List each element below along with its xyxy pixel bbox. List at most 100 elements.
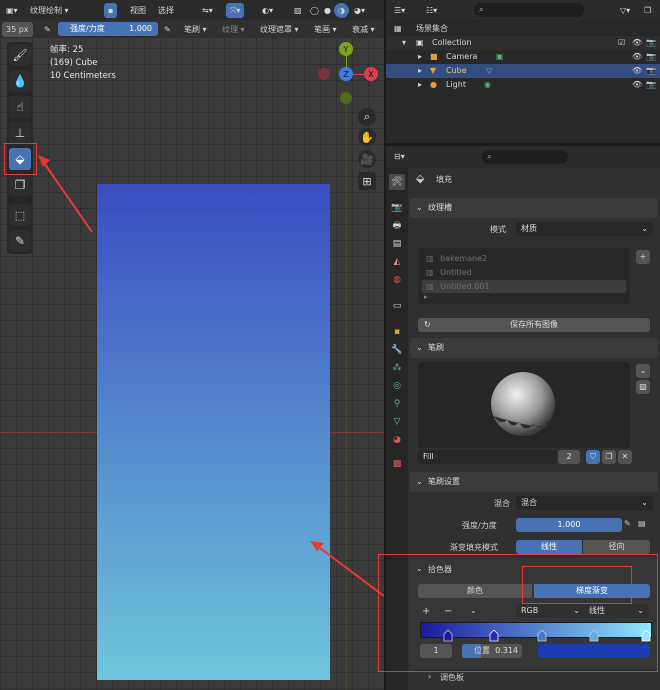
tab-particles[interactable]: ⁂ [389, 360, 405, 376]
palette-title[interactable]: 调色板 [440, 672, 464, 683]
gradient-radial-button[interactable]: 径向 [583, 540, 650, 554]
outliner-editor-icon[interactable]: ☰▾ [390, 3, 409, 18]
tab-color[interactable]: 颜色 [418, 584, 532, 598]
arrow-head-fill-tool [38, 155, 50, 167]
list-resize-handle[interactable]: ▸ [424, 293, 428, 301]
camera-render-icon[interactable]: 📷 [646, 50, 656, 64]
tab-object[interactable]: ▪ [389, 324, 405, 340]
visibility-eye-icon[interactable]: 👁 [632, 64, 642, 78]
ramp-menu-chevron-icon[interactable]: ⌄ [470, 606, 477, 615]
stop-color-swatch[interactable] [538, 644, 650, 658]
brush-name-field[interactable]: Fill [418, 450, 557, 464]
chevron-down-icon[interactable]: ⌄ [416, 564, 423, 573]
chevron-right-icon[interactable]: › [428, 672, 431, 681]
blend-value: 混合 [521, 498, 537, 507]
add-stop-button[interactable]: + [422, 606, 430, 617]
blend-dropdown[interactable]: 混合 ⌄ [516, 496, 653, 510]
visibility-eye-icon[interactable]: 👁 [632, 36, 642, 50]
tab-scene[interactable]: ◭ [389, 254, 405, 270]
ramp-stop [537, 630, 547, 642]
camera-render-icon[interactable]: 📷 [646, 36, 656, 50]
tab-tool[interactable]: 🛠 [389, 174, 405, 190]
tab-modifiers[interactable]: 🔧 [389, 342, 405, 358]
tab-color-label: 颜色 [467, 586, 483, 595]
texture-checker-icon: ▩ [392, 459, 402, 469]
tab-world[interactable]: ◍ [389, 272, 405, 288]
collection-label: Collection [432, 38, 472, 47]
unified-icon[interactable]: ▤ [638, 519, 646, 528]
list-item[interactable]: ▥ bakemane2 [422, 252, 626, 265]
unlink-brush-button[interactable]: ✕ [618, 450, 632, 464]
fake-user-button[interactable]: ⛉ [586, 450, 600, 464]
color-picker-title[interactable]: 拾色器 [428, 564, 452, 575]
outliner-row-camera[interactable]: ▸ ■ Camera ▣ 👁 📷 [386, 50, 660, 64]
tab-material[interactable]: ◕ [389, 432, 405, 448]
pressure-icon[interactable]: ✎ [624, 519, 631, 528]
checkbox-icon[interactable]: ☑ [618, 36, 625, 50]
interpolation-dropdown[interactable]: 线性 ⌄ [584, 604, 649, 618]
chevron-down-icon: ⌄ [639, 366, 647, 375]
gradient-fill-mode-label: 渐变填充模式 [450, 543, 498, 552]
brush-dropdown-button[interactable]: ⌄ [636, 364, 650, 378]
tab-gradient[interactable]: 梯度渐变 [534, 584, 650, 598]
list-item[interactable]: ▥ Untitled [422, 266, 626, 279]
mode-dropdown[interactable]: 材质 ⌄ [516, 222, 653, 236]
chevron-down-icon: ⌄ [416, 343, 423, 352]
particles-icon: ⁂ [392, 363, 402, 373]
panel-brush[interactable]: ⌄ 笔刷 [410, 338, 658, 358]
gradient-linear-label: 线性 [541, 542, 557, 551]
brush-name: Fill [423, 452, 434, 461]
strength-label: 强度/力度 [462, 521, 497, 530]
panel-texture-slots[interactable]: ⌄ 纹理槽 [410, 198, 658, 218]
camera-render-icon[interactable]: 📷 [646, 78, 656, 92]
brush-preview[interactable] [418, 362, 630, 448]
tab-texture[interactable]: ▩ [389, 456, 405, 472]
physics-icon: ◎ [393, 381, 401, 391]
tool-icon: 🛠 [391, 177, 403, 187]
outliner-row-light[interactable]: ▸ ● Light ◉ 👁 📷 [386, 78, 660, 92]
filter-icon[interactable]: ▽▾ [616, 3, 634, 18]
mode-label: 模式 [490, 225, 506, 234]
save-all-images-button[interactable]: ↻ 保存所有图像 [418, 318, 650, 332]
brush-users-count[interactable]: 2 [558, 450, 580, 464]
tab-collection[interactable]: ▭ [389, 298, 405, 314]
duplicate-brush-button[interactable]: ❐ [602, 450, 616, 464]
color-mode-value: RGB [521, 606, 539, 615]
expand-chevron-icon: ▸ [418, 66, 423, 75]
camera-object-icon: ■ [430, 52, 438, 61]
tab-render[interactable]: 📷 [389, 200, 405, 216]
camera-render-icon[interactable]: 📷 [646, 64, 656, 78]
strength-slider[interactable]: 1.000 [516, 518, 622, 532]
color-mode-dropdown[interactable]: RGB ⌄ [516, 604, 585, 618]
properties-search[interactable]: ⌕ [482, 150, 568, 164]
outliner-row-cube[interactable]: ▸ ▼ Cube ▽ 👁 📷 [386, 64, 660, 78]
new-collection-icon[interactable]: ❐ [640, 3, 655, 18]
active-stop-index[interactable]: 1 [420, 644, 452, 658]
brush-title: 笔刷 [428, 343, 444, 352]
ramp-stop [489, 630, 499, 642]
properties-editor-icon[interactable]: ⊟▾ [390, 149, 409, 164]
position-slider[interactable]: 位置 0.314 [462, 644, 522, 658]
add-slot-button[interactable]: + [636, 250, 650, 264]
3d-viewport[interactable]: ▣▾ 纹理绘制 ▾ ▪ 视图 选择 ⇋▾ ⤧▾ ◐▾ ▨ ◯ ● ◑ ◕▾ 35… [0, 0, 384, 690]
display-mode-icon[interactable]: ☷▾ [422, 3, 441, 18]
tab-data[interactable]: ▽ [389, 414, 405, 430]
panel-brush-settings[interactable]: ⌄ 笔刷设置 [410, 472, 658, 492]
image-icon: ▥ [426, 282, 434, 291]
remove-stop-button[interactable]: − [444, 606, 452, 617]
slot-name: bakemane2 [440, 254, 488, 263]
list-item[interactable]: ▥ Untitled.001 [422, 280, 626, 293]
tab-physics[interactable]: ◎ [389, 378, 405, 394]
tab-output[interactable]: 🖶 [389, 218, 405, 234]
visibility-eye-icon[interactable]: 👁 [632, 78, 642, 92]
outliner-search[interactable]: ⌕ [474, 3, 584, 17]
outliner-row-scene[interactable]: ▦ 场景集合 [386, 22, 660, 36]
brush-image-button[interactable]: ▨ [636, 380, 650, 394]
tab-constraints[interactable]: ⚲ [389, 396, 405, 412]
visibility-eye-icon[interactable]: 👁 [632, 50, 642, 64]
tab-view-layer[interactable]: ▤ [389, 236, 405, 252]
brush-sphere-icon [491, 372, 555, 436]
outliner-row-collection[interactable]: ▾ ▣ Collection ☑ 👁 📷 [386, 36, 660, 50]
gradient-linear-button[interactable]: 线性 [516, 540, 582, 554]
chevron-down-icon: ⌄ [641, 224, 648, 233]
